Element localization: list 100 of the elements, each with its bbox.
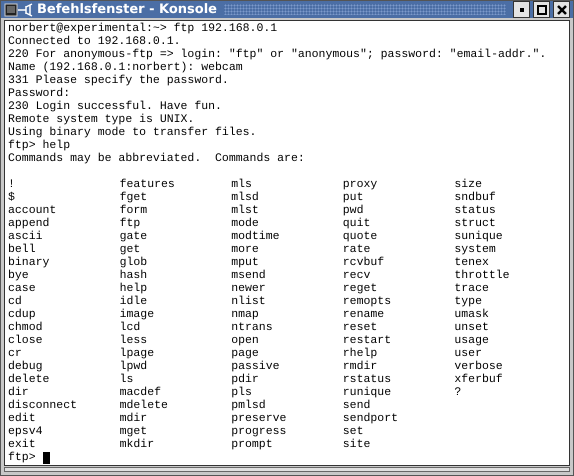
- command-name: pls: [231, 386, 252, 399]
- command-name: help: [120, 282, 148, 295]
- command-name: cdup: [8, 308, 36, 321]
- command-name: append: [8, 217, 50, 230]
- command-name: rmdir: [342, 360, 378, 373]
- command-name: preserve: [231, 412, 286, 425]
- command-name: rate: [342, 243, 370, 256]
- command-name: page: [231, 347, 259, 360]
- command-name: form: [120, 204, 148, 217]
- command-name: open: [231, 334, 259, 347]
- command-name: progress: [231, 425, 286, 438]
- close-button[interactable]: [553, 1, 570, 18]
- command-name: pmlsd: [231, 399, 266, 412]
- close-icon: [556, 4, 566, 14]
- command-name: lcd: [120, 321, 140, 334]
- command-name: newer: [231, 282, 266, 295]
- command-name: ascii: [8, 230, 43, 243]
- command-name: proxy: [342, 178, 378, 191]
- command-name: restart: [342, 334, 392, 347]
- output-line: Commands may be abbreviated. Commands are:: [8, 152, 306, 165]
- command-name: edit: [8, 412, 36, 425]
- command-name: size: [454, 178, 482, 191]
- command-name: recv: [342, 269, 370, 282]
- command-name: bye: [8, 269, 29, 282]
- command-name: rhelp: [342, 347, 378, 360]
- command-name: image: [120, 308, 154, 321]
- command-name: trace: [454, 282, 489, 295]
- command-name: runique: [342, 386, 392, 399]
- command-name: disconnect: [8, 399, 78, 412]
- maximize-button[interactable]: [533, 1, 550, 18]
- command-name: rename: [342, 308, 384, 321]
- command-name: umask: [454, 308, 489, 321]
- command-name: mdir: [120, 412, 148, 425]
- output-line: Remote system type is UNIX.: [8, 113, 196, 126]
- command-name: mode: [231, 217, 259, 230]
- prompt-text: ftp>: [8, 451, 36, 464]
- command-name: bell: [8, 243, 36, 256]
- command-name: modtime: [231, 230, 280, 243]
- output-line: ftp> help: [8, 139, 72, 152]
- command-name: sndbuf: [454, 191, 496, 204]
- command-name: system: [454, 243, 496, 256]
- output-line: norbert@experimental:~> ftp 192.168.0.1: [8, 22, 278, 35]
- command-name: macdef: [120, 386, 162, 399]
- text-cursor: [42, 452, 50, 464]
- command-name: unset: [454, 321, 489, 334]
- command-name: hash: [120, 269, 148, 282]
- command-name: nmap: [231, 308, 259, 321]
- command-name: throttle: [454, 269, 510, 282]
- command-name: pwd: [342, 204, 364, 217]
- command-name: lpwd: [120, 360, 148, 373]
- command-name: exit: [8, 438, 36, 451]
- command-name: cr: [8, 347, 22, 360]
- command-name: site: [342, 438, 370, 451]
- command-name: features: [120, 178, 175, 191]
- output-line: 331 Please specify the password.: [8, 74, 230, 87]
- command-name: type: [454, 295, 482, 308]
- command-name: passive: [231, 360, 280, 373]
- command-name: mlsd: [231, 191, 259, 204]
- command-name: mget: [120, 425, 148, 438]
- command-name: mkdir: [120, 438, 154, 451]
- command-name: close: [8, 334, 43, 347]
- command-name: sunique: [454, 230, 503, 243]
- command-name: case: [8, 282, 36, 295]
- output-line: Password:: [8, 87, 72, 100]
- command-name: fget: [120, 191, 148, 204]
- command-name: prompt: [231, 438, 273, 451]
- command-name: debug: [8, 360, 43, 373]
- minimize-button[interactable]: [513, 1, 530, 18]
- command-name: mls: [231, 178, 252, 191]
- command-name: chmod: [8, 321, 43, 334]
- command-name: less: [120, 334, 148, 347]
- minimize-icon: [518, 6, 526, 14]
- command-name: quit: [342, 217, 370, 230]
- output-line: 230 Login successful. Have fun.: [8, 100, 223, 113]
- command-name: verbose: [454, 360, 503, 373]
- command-name: xferbuf: [454, 373, 503, 386]
- command-name: !: [8, 178, 15, 191]
- command-name: dir: [8, 386, 29, 399]
- terminal-icon: [4, 2, 34, 16]
- command-name: ?: [454, 386, 462, 399]
- command-name: mlst: [231, 204, 259, 217]
- command-name: struct: [454, 217, 496, 230]
- command-name: remopts: [342, 295, 392, 308]
- command-name: nlist: [231, 295, 266, 308]
- command-name: msend: [231, 269, 266, 282]
- command-name: rstatus: [342, 373, 392, 386]
- horizontal-scrollbar[interactable]: [4, 467, 570, 472]
- command-name: get: [120, 243, 140, 256]
- command-name: tenex: [454, 256, 489, 269]
- command-name: user: [454, 347, 482, 360]
- command-name: account: [8, 204, 56, 217]
- maximize-icon: [536, 4, 546, 14]
- command-name: more: [231, 243, 259, 256]
- command-name: usage: [454, 334, 489, 347]
- command-name: binary: [8, 256, 50, 269]
- command-name: idle: [120, 295, 148, 308]
- command-name: set: [342, 425, 364, 438]
- command-name: ftp: [120, 217, 140, 230]
- window-title: Befehlsfenster - Konsole: [37, 2, 217, 17]
- command-name: glob: [120, 256, 148, 269]
